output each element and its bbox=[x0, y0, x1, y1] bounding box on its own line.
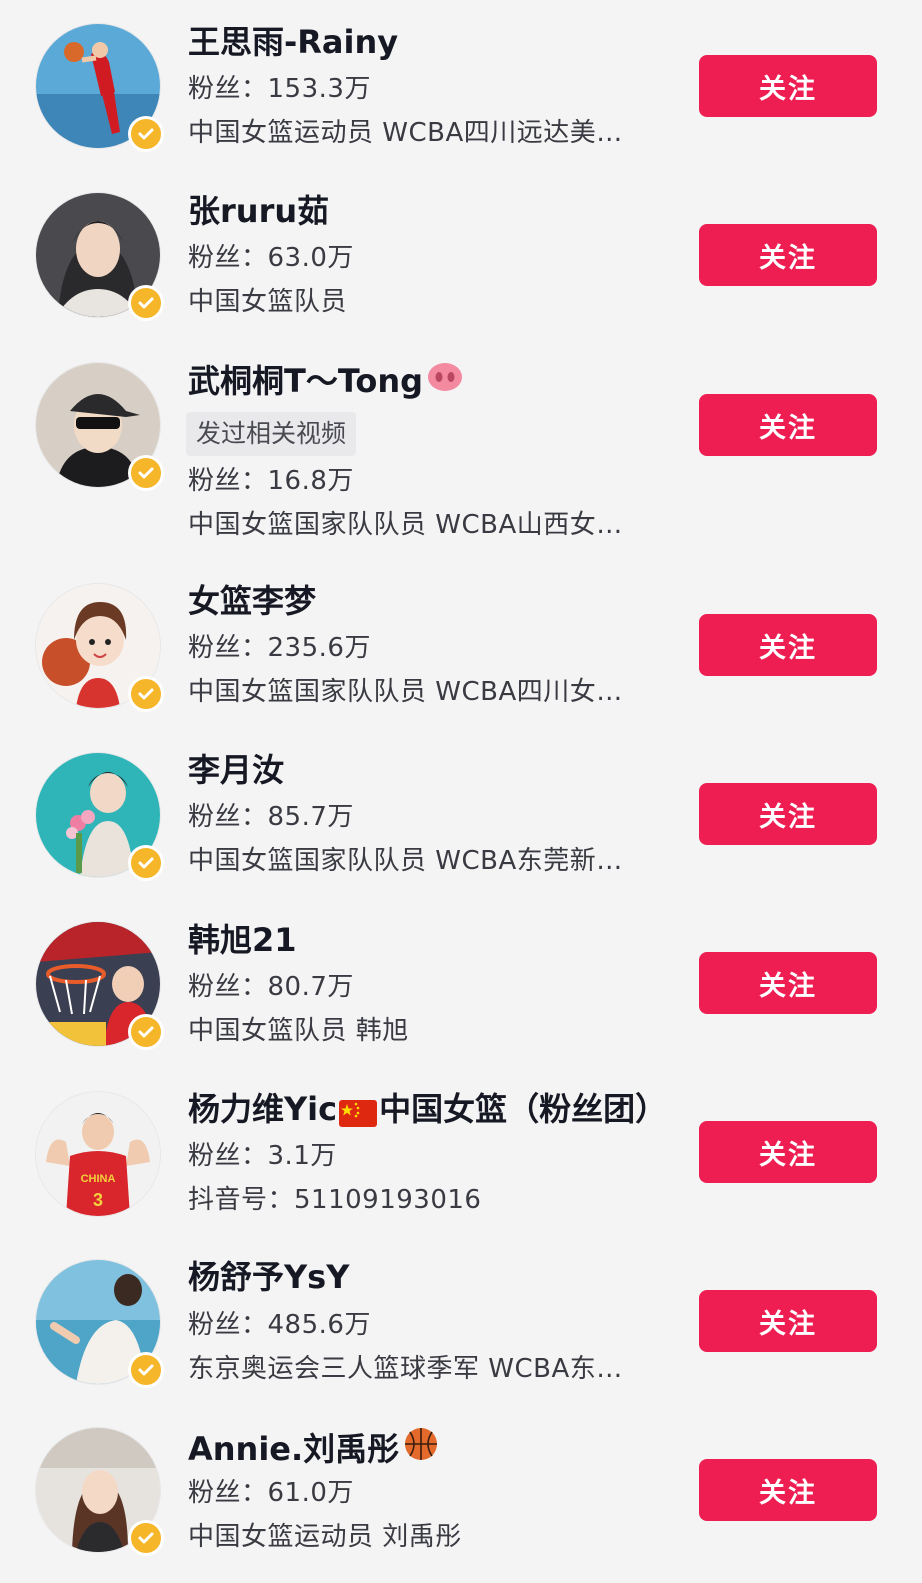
follow-button[interactable]: 关注 bbox=[699, 783, 877, 845]
follow-button[interactable]: 关注 bbox=[699, 614, 877, 676]
jersey-text: CHINA bbox=[81, 1173, 116, 1185]
fans-count: 粉丝：80.7万 bbox=[188, 972, 354, 1002]
verified-badge-icon bbox=[128, 116, 164, 152]
user-bio: 中国女篮国家队队员 WCBA东莞新… bbox=[188, 846, 623, 876]
jersey-number: 3 bbox=[93, 1190, 103, 1210]
avatar[interactable]: CHINA 3 bbox=[36, 1092, 160, 1216]
pig-nose-emoji-icon bbox=[427, 361, 463, 401]
user-bio: 中国女篮队员 韩旭 bbox=[188, 1016, 409, 1046]
china-jersey-player-avatar-icon: CHINA 3 bbox=[36, 1092, 160, 1216]
fans-count: 粉丝：485.6万 bbox=[188, 1310, 371, 1340]
user-bio: 中国女篮运动员 WCBA四川远达美… bbox=[188, 118, 623, 148]
list-item[interactable]: 韩旭21 粉丝：80.7万 中国女篮队员 韩旭 关注 bbox=[0, 900, 922, 1070]
user-name[interactable]: 张ruru茹 bbox=[188, 191, 329, 231]
list-item[interactable]: 武桐桐T～Tong 发过相关视频 粉丝：16.8万 中国女篮国家队队员 WCBA… bbox=[0, 340, 922, 560]
list-item[interactable]: Annie.刘禹彤 粉丝：61.0万 中国女篮运动员 刘禹彤 关注 bbox=[0, 1410, 922, 1583]
fans-count: 粉丝：61.0万 bbox=[188, 1478, 354, 1508]
fans-count: 粉丝：63.0万 bbox=[188, 243, 354, 273]
verified-badge-icon bbox=[128, 676, 164, 712]
user-name[interactable]: 王思雨-Rainy bbox=[188, 22, 398, 62]
follow-button[interactable]: 关注 bbox=[699, 224, 877, 286]
douyin-id: 抖音号：51109193016 bbox=[188, 1185, 482, 1215]
verified-badge-icon bbox=[128, 455, 164, 491]
user-bio: 中国女篮国家队队员 WCBA山西女… bbox=[188, 510, 623, 540]
user-bio: 中国女篮队员 bbox=[188, 287, 348, 317]
verified-badge-icon bbox=[128, 845, 164, 881]
fans-count: 粉丝：235.6万 bbox=[188, 633, 371, 663]
fans-count: 粉丝：153.3万 bbox=[188, 74, 371, 104]
follow-button[interactable]: 关注 bbox=[699, 394, 877, 456]
follow-button[interactable]: 关注 bbox=[699, 1121, 877, 1183]
verified-badge-icon bbox=[128, 285, 164, 321]
follow-button[interactable]: 关注 bbox=[699, 1459, 877, 1521]
list-item[interactable]: 杨舒予YsY 粉丝：485.6万 东京奥运会三人篮球季军 WCBA东… 关注 bbox=[0, 1240, 922, 1410]
fans-count: 粉丝：85.7万 bbox=[188, 802, 354, 832]
user-name[interactable]: 杨力维Yic 中国女篮（粉丝团） bbox=[188, 1089, 667, 1129]
verified-badge-icon bbox=[128, 1520, 164, 1556]
user-name[interactable]: 杨舒予YsY bbox=[188, 1257, 349, 1297]
user-name[interactable]: 女篮李梦 bbox=[188, 581, 316, 621]
verified-badge-icon bbox=[128, 1014, 164, 1050]
user-bio: 中国女篮国家队队员 WCBA四川女… bbox=[188, 677, 623, 707]
basketball-emoji-icon bbox=[403, 1426, 439, 1471]
follow-button[interactable]: 关注 bbox=[699, 55, 877, 117]
user-bio: 东京奥运会三人篮球季军 WCBA东… bbox=[188, 1354, 623, 1384]
user-name[interactable]: 李月汝 bbox=[188, 750, 284, 790]
list-item[interactable]: 张ruru茹 粉丝：63.0万 中国女篮队员 关注 bbox=[0, 170, 922, 340]
user-bio: 中国女篮运动员 刘禹彤 bbox=[188, 1522, 462, 1552]
china-flag-emoji-icon bbox=[339, 1096, 378, 1127]
related-video-tag: 发过相关视频 bbox=[186, 412, 357, 456]
list-item[interactable]: 李月汝 粉丝：85.7万 中国女篮国家队队员 WCBA东莞新… 关注 bbox=[0, 730, 922, 900]
user-search-results: 王思雨-Rainy 粉丝：153.3万 中国女篮运动员 WCBA四川远达美… 关… bbox=[0, 0, 922, 1583]
fans-count: 粉丝：16.8万 bbox=[188, 466, 354, 496]
list-item[interactable]: CHINA 3 杨力维Yic 中国女篮（粉丝团） 粉丝：3.1万 抖音号：511… bbox=[0, 1070, 922, 1240]
verified-badge-icon bbox=[128, 1352, 164, 1388]
fans-count: 粉丝：3.1万 bbox=[188, 1141, 337, 1171]
user-name[interactable]: 韩旭21 bbox=[188, 920, 297, 960]
user-name[interactable]: 武桐桐T～Tong bbox=[188, 361, 463, 401]
list-item[interactable]: 女篮李梦 粉丝：235.6万 中国女篮国家队队员 WCBA四川女… 关注 bbox=[0, 560, 922, 730]
list-item[interactable]: 王思雨-Rainy 粉丝：153.3万 中国女篮运动员 WCBA四川远达美… 关… bbox=[0, 0, 922, 170]
follow-button[interactable]: 关注 bbox=[699, 1290, 877, 1352]
user-name[interactable]: Annie.刘禹彤 bbox=[188, 1426, 439, 1471]
follow-button[interactable]: 关注 bbox=[699, 952, 877, 1014]
